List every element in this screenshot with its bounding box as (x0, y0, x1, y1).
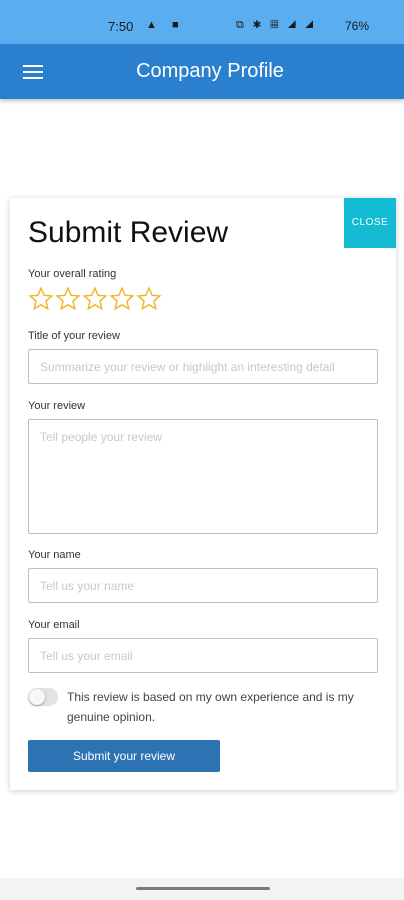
star-icon[interactable] (136, 286, 162, 312)
star-icon[interactable] (28, 286, 54, 312)
modal-title: Submit Review (28, 216, 229, 249)
email-label: Your email (28, 619, 80, 631)
name-placeholder: Tell us your name (40, 579, 135, 593)
review-textarea[interactable]: Tell people your review (28, 419, 378, 534)
status-time: 7:50 (108, 19, 134, 34)
submit-review-button[interactable]: Submit your review (28, 740, 220, 772)
rating-label: Your overall rating (28, 268, 117, 280)
signal-icons: ⧉ ✱ ▦ ◢ ◢ (236, 19, 317, 31)
review-title-input[interactable]: Summarize your review or highlight an in… (28, 349, 378, 384)
review-label: Your review (28, 400, 86, 412)
star-rating[interactable] (28, 286, 162, 312)
consent-toggle[interactable] (28, 688, 58, 706)
star-icon[interactable] (109, 286, 135, 312)
notification-icons: ▲ ■ (146, 19, 185, 31)
close-button[interactable]: CLOSE (344, 198, 396, 248)
review-title-placeholder: Summarize your review or highlight an in… (40, 360, 335, 374)
app-title: Company Profile (136, 60, 284, 82)
name-label: Your name (28, 549, 81, 561)
system-nav-bar (0, 878, 404, 900)
email-input[interactable]: Tell us your email (28, 638, 378, 673)
star-icon[interactable] (55, 286, 81, 312)
star-icon[interactable] (82, 286, 108, 312)
email-placeholder: Tell us your email (40, 649, 133, 663)
name-input[interactable]: Tell us your name (28, 568, 378, 603)
review-placeholder: Tell people your review (40, 430, 163, 444)
review-title-label: Title of your review (28, 330, 120, 342)
consent-text: This review is based on my own experienc… (67, 690, 354, 724)
battery-level: 76% (345, 19, 370, 33)
toggle-knob (29, 689, 45, 705)
home-gesture-handle[interactable] (136, 887, 270, 890)
app-bar: Company Profile (0, 44, 404, 99)
status-bar: 7:50 ▲ ■ ⧉ ✱ ▦ ◢ ◢ 76% (0, 0, 404, 44)
